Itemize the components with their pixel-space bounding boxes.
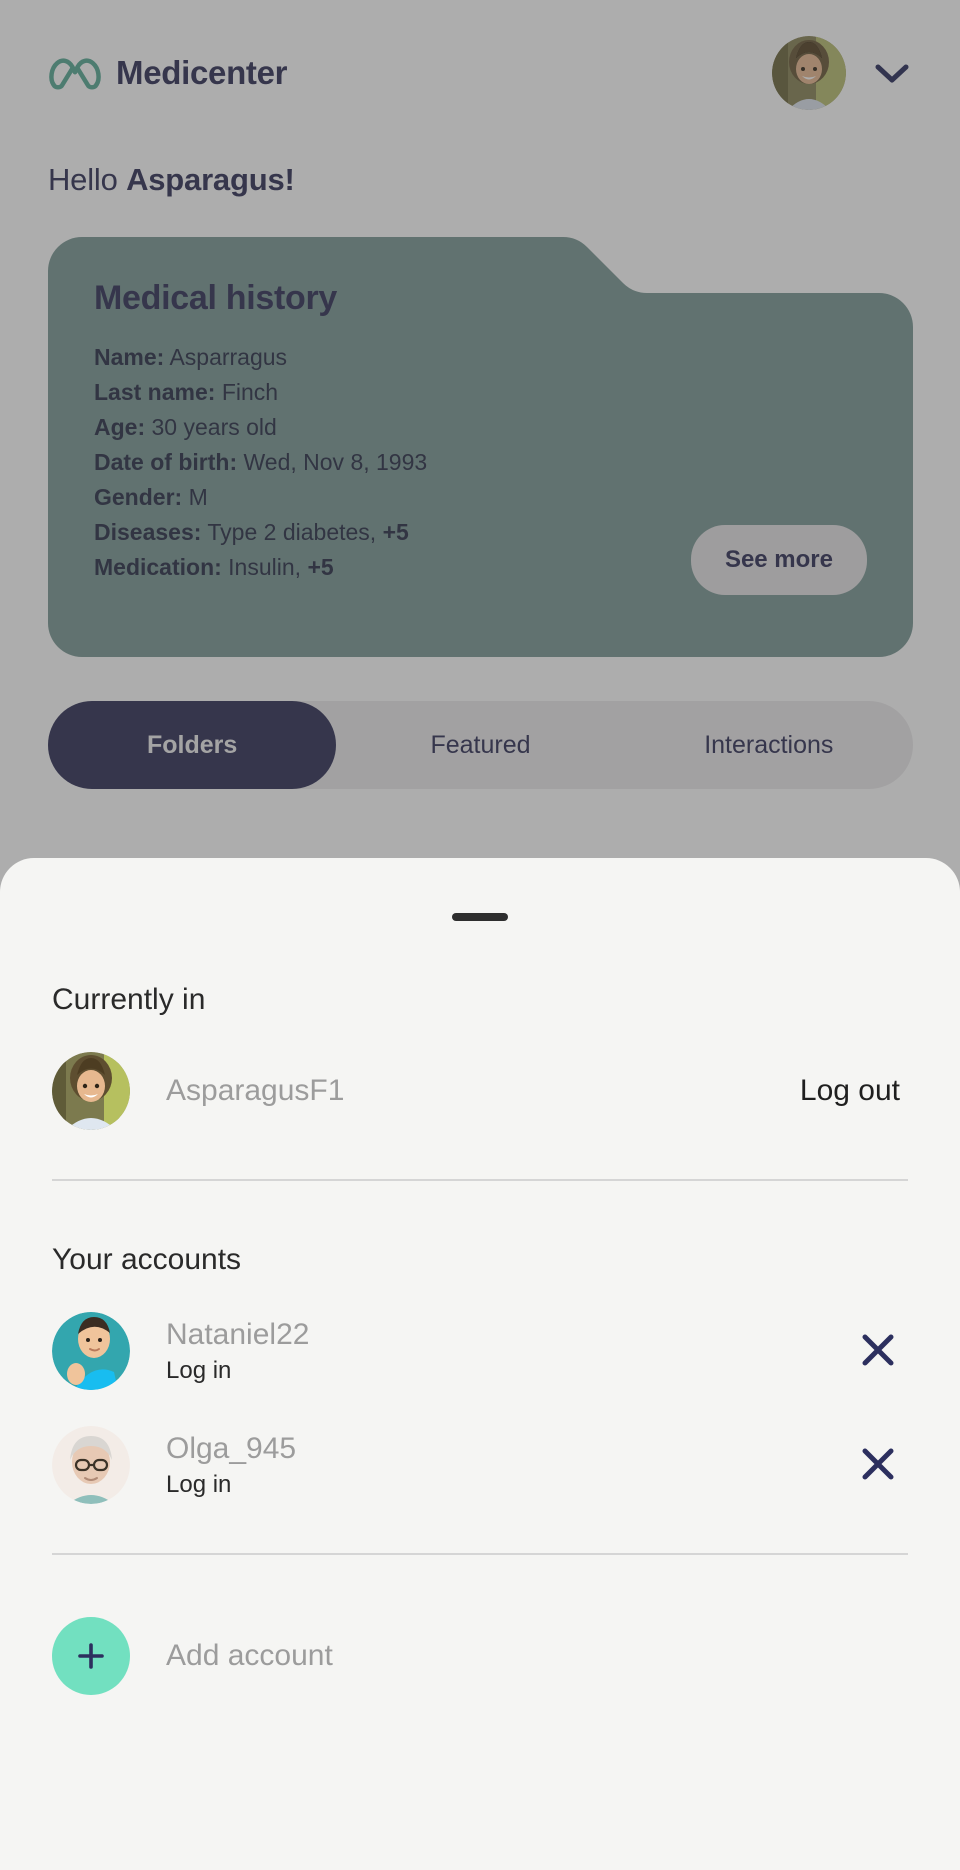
your-accounts-title: Your accounts bbox=[52, 1243, 242, 1276]
remove-account-olga[interactable] bbox=[848, 1434, 908, 1497]
account-switcher-sheet: Currently in AsparagusF1 Log out Your ac… bbox=[0, 858, 960, 1870]
current-account-name: AsparagusF1 bbox=[166, 1074, 345, 1108]
app-root: Medicenter Hello Asparagus! Medical hist… bbox=[0, 0, 960, 1870]
log-in-label-nataniel[interactable]: Log in bbox=[166, 1357, 848, 1385]
divider-your-accounts bbox=[52, 1553, 908, 1555]
add-account-row[interactable]: Add account bbox=[52, 1617, 908, 1695]
account-row-nataniel[interactable]: Nataniel22 Log in bbox=[52, 1311, 908, 1391]
current-account-text: AsparagusF1 bbox=[166, 1073, 792, 1108]
account-text-nataniel: Nataniel22 Log in bbox=[166, 1317, 848, 1384]
add-account-label: Add account bbox=[166, 1639, 333, 1672]
plus-icon[interactable] bbox=[52, 1617, 130, 1695]
close-icon bbox=[856, 1442, 900, 1489]
avatar-nataniel[interactable] bbox=[52, 1312, 130, 1390]
avatar-asparagus[interactable] bbox=[52, 1052, 130, 1130]
currently-in-title: Currently in bbox=[52, 983, 206, 1016]
drag-handle[interactable] bbox=[452, 913, 508, 921]
divider-currently-in bbox=[52, 1179, 908, 1181]
account-name-nataniel: Nataniel22 bbox=[166, 1318, 310, 1352]
current-account-row[interactable]: AsparagusF1 Log out bbox=[52, 1051, 908, 1131]
avatar-olga[interactable] bbox=[52, 1426, 130, 1504]
account-row-olga[interactable]: Olga_945 Log in bbox=[52, 1425, 908, 1505]
log-in-label-olga[interactable]: Log in bbox=[166, 1471, 848, 1499]
log-out-button[interactable]: Log out bbox=[792, 1068, 908, 1114]
remove-account-nataniel[interactable] bbox=[848, 1320, 908, 1383]
close-icon bbox=[856, 1328, 900, 1375]
account-text-olga: Olga_945 Log in bbox=[166, 1431, 848, 1498]
account-name-olga: Olga_945 bbox=[166, 1432, 297, 1466]
